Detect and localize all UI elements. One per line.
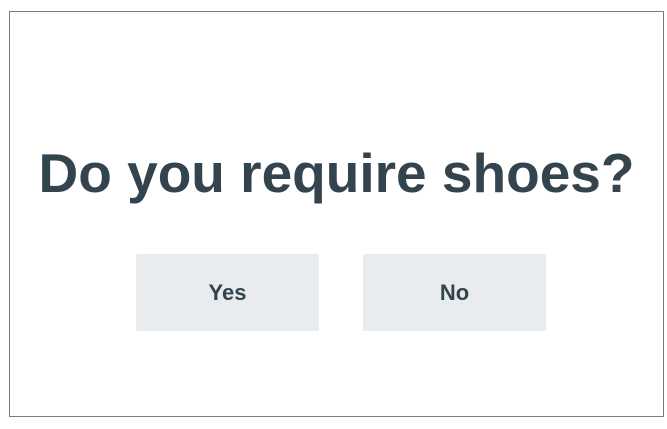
no-button[interactable]: No <box>363 254 546 331</box>
yes-button[interactable]: Yes <box>136 254 319 331</box>
question-dialog: Do you require shoes? Yes No <box>9 11 664 417</box>
question-heading: Do you require shoes? <box>38 142 635 204</box>
no-button-label: No <box>439 279 470 305</box>
yes-button-label: Yes <box>208 279 247 305</box>
